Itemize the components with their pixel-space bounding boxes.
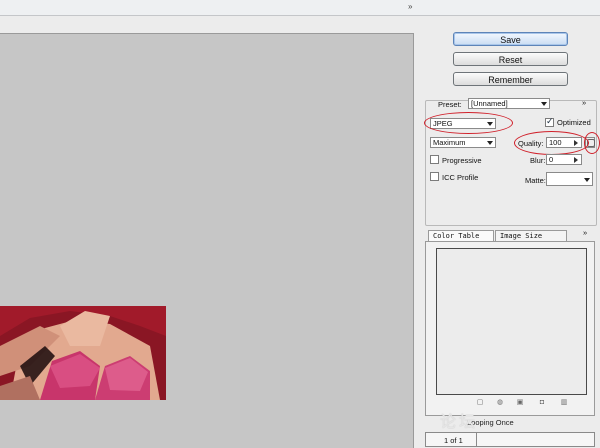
annotation-oval-mask: [584, 132, 600, 154]
color-table-panel: ▢ ◍ ▣ ◘ ▥: [425, 241, 595, 416]
blur-slider-arrow-icon[interactable]: [574, 157, 578, 163]
optimized-label: Optimized: [557, 118, 591, 127]
settings-sidebar: Save Reset Remember Preset: [Unnamed] » …: [420, 16, 600, 447]
preview-image: [0, 306, 166, 400]
web-shift-icon[interactable]: ◍: [496, 399, 504, 407]
optimize-settings-group: Preset: [Unnamed] » JPEG Optimized Maxim…: [424, 98, 600, 226]
frame-pager: 1 of 1: [425, 432, 595, 447]
save-button[interactable]: Save: [453, 32, 568, 46]
lock-color-icon[interactable]: ▣: [516, 399, 524, 407]
icc-profile-checkbox[interactable]: [430, 172, 439, 181]
chevron-down-icon: [487, 141, 493, 145]
color-table-grid[interactable]: [436, 248, 587, 395]
blur-label: Blur:: [530, 156, 546, 165]
new-color-icon[interactable]: ◘: [538, 399, 546, 407]
settings-menu-icon[interactable]: »: [582, 98, 586, 107]
matte-label: Matte:: [525, 176, 546, 185]
annotation-oval-quality: [514, 131, 589, 155]
pager-divider: [476, 433, 477, 446]
blur-value: 0: [549, 155, 554, 164]
map-color-icon[interactable]: ▢: [476, 399, 484, 407]
top-strip: »: [0, 0, 600, 16]
table-tabs-panel: Color Table Image Size » ▢ ◍ ▣ ◘ ▥: [425, 228, 595, 416]
expand-panel-icon[interactable]: »: [408, 2, 412, 11]
progressive-label: Progressive: [442, 156, 482, 165]
trash-icon[interactable]: ▥: [560, 399, 568, 407]
tabs-menu-icon[interactable]: »: [583, 228, 587, 237]
tab-image-size[interactable]: Image Size: [495, 230, 567, 241]
progressive-checkbox[interactable]: [430, 155, 439, 164]
annotation-oval-format: [424, 112, 513, 134]
frame-counter: 1 of 1: [444, 436, 463, 445]
preset-label: Preset:: [438, 100, 462, 109]
preset-value: [Unnamed]: [471, 99, 508, 108]
quality-level-select[interactable]: Maximum: [430, 137, 496, 148]
reset-button[interactable]: Reset: [453, 52, 568, 66]
watermark: 论坛: [440, 414, 479, 431]
preset-select[interactable]: [Unnamed]: [468, 98, 550, 109]
chevron-down-icon: [541, 102, 547, 106]
tab-color-table[interactable]: Color Table: [428, 230, 494, 241]
chevron-down-icon: [584, 178, 590, 182]
blur-input[interactable]: 0: [546, 154, 582, 165]
looping-value: Once: [495, 418, 514, 427]
icc-profile-label: ICC Profile: [442, 173, 479, 182]
remember-button[interactable]: Remember: [453, 72, 568, 86]
matte-select[interactable]: [546, 172, 593, 186]
preview-image-graphic: [0, 306, 166, 400]
optimized-checkbox[interactable]: [545, 116, 554, 127]
quality-level-value: Maximum: [433, 138, 466, 147]
